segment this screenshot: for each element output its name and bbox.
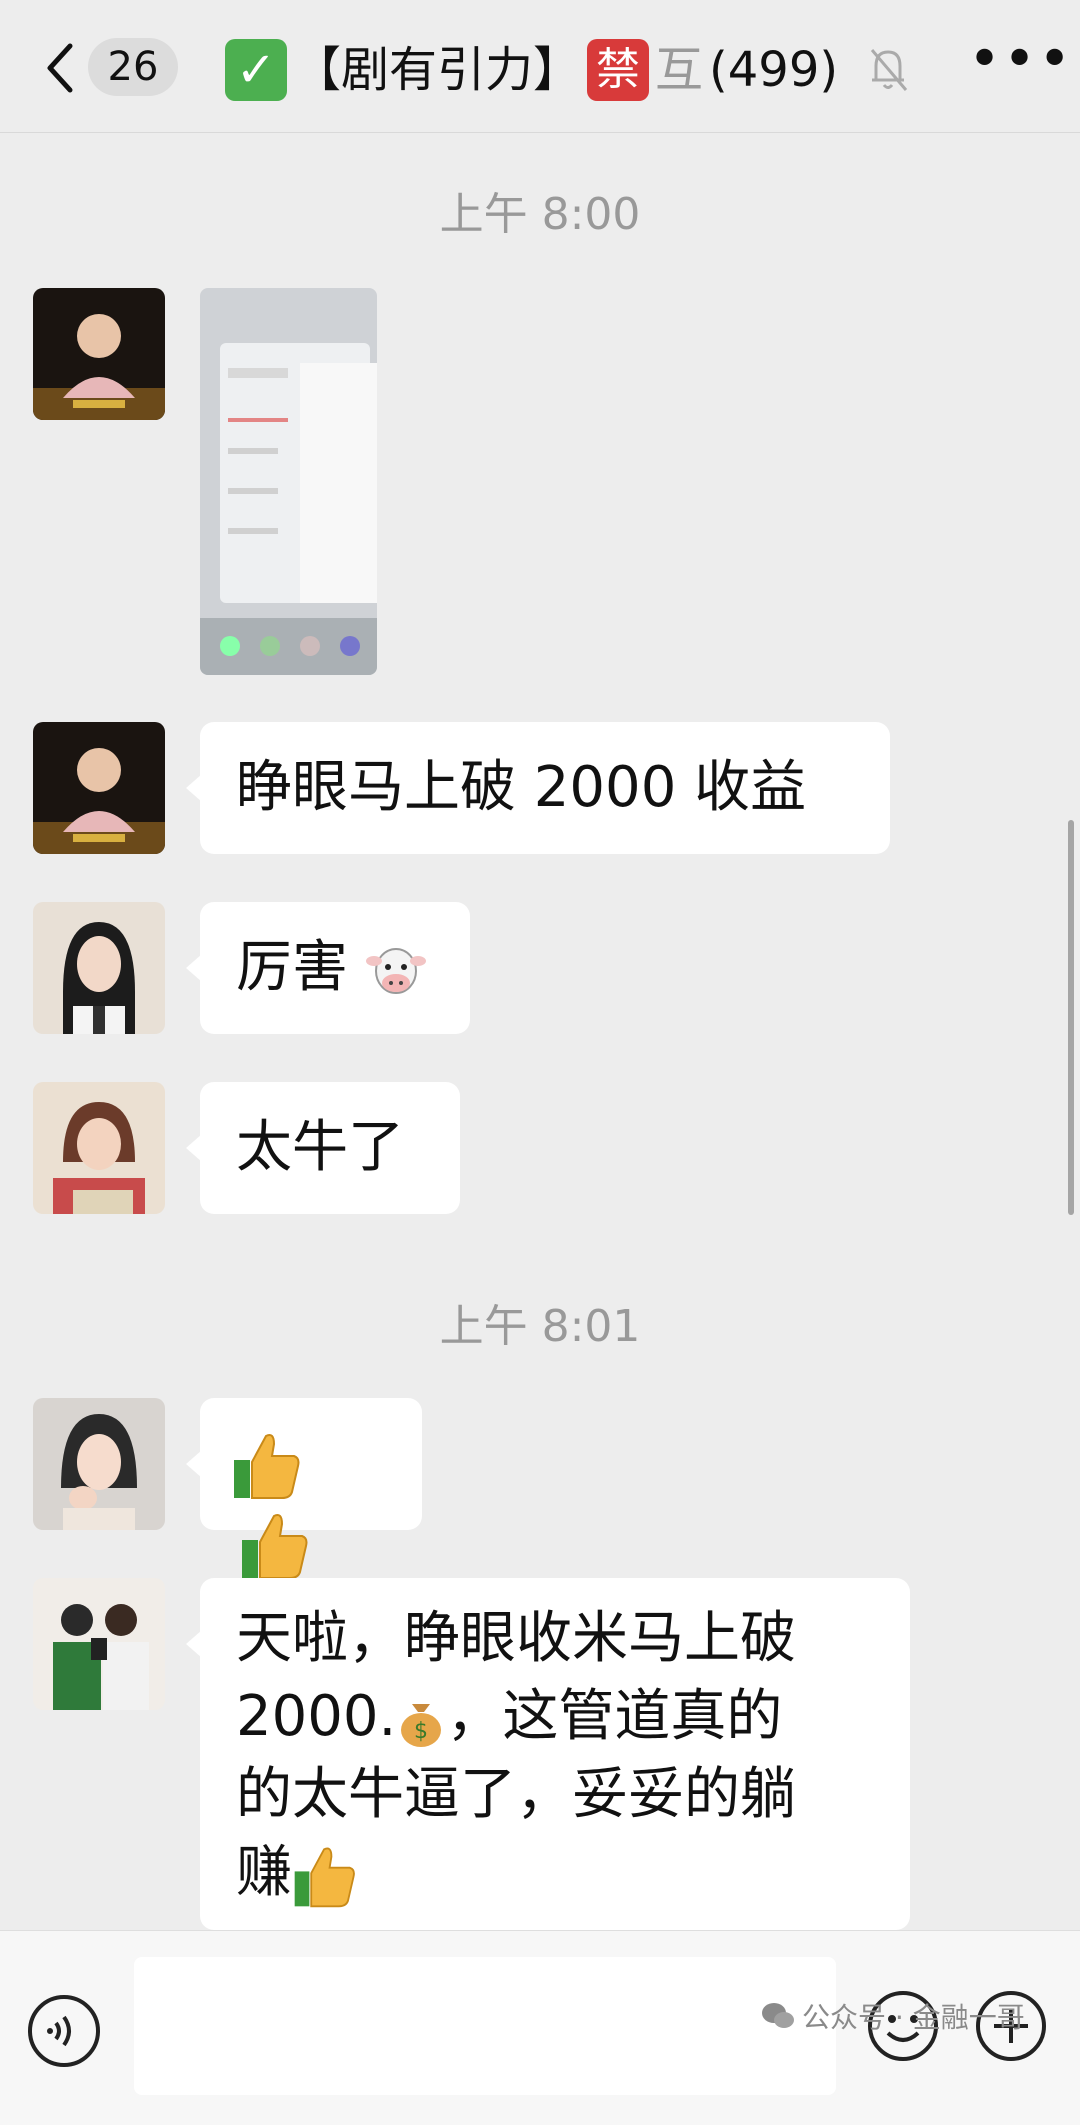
timestamp: 上午 8:00 — [439, 189, 641, 240]
chat-header: 26 ✓ 【剧有引力】 禁 互 (499) ••• — [0, 0, 1080, 133]
mute-bell-icon — [870, 49, 908, 91]
avatar[interactable] — [33, 902, 165, 1034]
title-prefix: 【剧有引力】 — [293, 42, 582, 98]
watermark-text: 公众号 · 金融一哥 — [802, 2001, 1025, 2034]
message-bubble[interactable]: 天啦，睁眼收米马上破 2000. $ ，这管道真的 的太牛逼了，妥妥的躺 赚 — [186, 1578, 910, 1930]
money-bag-emoji: $ — [401, 1703, 442, 1747]
message-bubble[interactable]: 睁眼马上破 2000 收益 — [186, 722, 890, 854]
wechat-icon — [762, 2003, 794, 2028]
image-message[interactable] — [200, 288, 377, 675]
more-button[interactable]: ••• — [968, 32, 1071, 96]
voice-button[interactable] — [28, 1995, 100, 2067]
avatar[interactable] — [33, 1082, 165, 1214]
unread-count-badge[interactable]: 26 — [88, 38, 178, 96]
avatar[interactable] — [33, 722, 165, 854]
forbidden-badge: 禁 — [587, 39, 650, 101]
watermark: 公众号 · 金融一哥 — [760, 1996, 1025, 2036]
thumbs-up-emoji — [234, 1433, 300, 1499]
message-text: ，这管道真的 — [446, 1684, 783, 1749]
back-button[interactable] — [40, 38, 80, 98]
title-faded-char: 互 — [655, 42, 704, 98]
message-input[interactable] — [134, 1957, 836, 2095]
chevron-left-icon — [47, 43, 73, 93]
avatar[interactable] — [33, 288, 165, 420]
member-count: (499) — [709, 42, 839, 98]
message-bubble[interactable]: 太牛了 — [186, 1082, 460, 1214]
message-bubble[interactable]: 厉害 — [186, 902, 470, 1034]
voice-icon — [47, 2015, 71, 2047]
timestamp: 上午 8:01 — [439, 1301, 641, 1352]
scrollbar[interactable] — [1068, 820, 1074, 1215]
svg-text:$: $ — [414, 1719, 428, 1744]
cow-emoji — [365, 947, 426, 994]
message-bubble[interactable] — [186, 1398, 422, 1579]
message-text: 赚 — [236, 1840, 292, 1905]
thumbs-up-emoji — [294, 1847, 355, 1908]
thumbs-up-emoji — [242, 1513, 308, 1579]
message-text: 睁眼马上破 2000 收益 — [236, 755, 807, 820]
message-text: 的太牛逼了，妥妥的躺 — [236, 1762, 796, 1827]
message-text: 太牛了 — [236, 1115, 404, 1180]
message-text: 2000. — [236, 1684, 397, 1749]
avatar[interactable] — [33, 1398, 165, 1530]
chat-title[interactable]: ✓ 【剧有引力】 禁 互 (499) — [225, 30, 838, 110]
message-text: 厉害 — [236, 935, 348, 1000]
message-text: 天啦，睁眼收米马上破 — [236, 1606, 796, 1671]
avatar[interactable] — [33, 1578, 165, 1710]
checkmark-icon: ✓ — [225, 39, 287, 101]
more-icon: ••• — [968, 27, 1074, 92]
